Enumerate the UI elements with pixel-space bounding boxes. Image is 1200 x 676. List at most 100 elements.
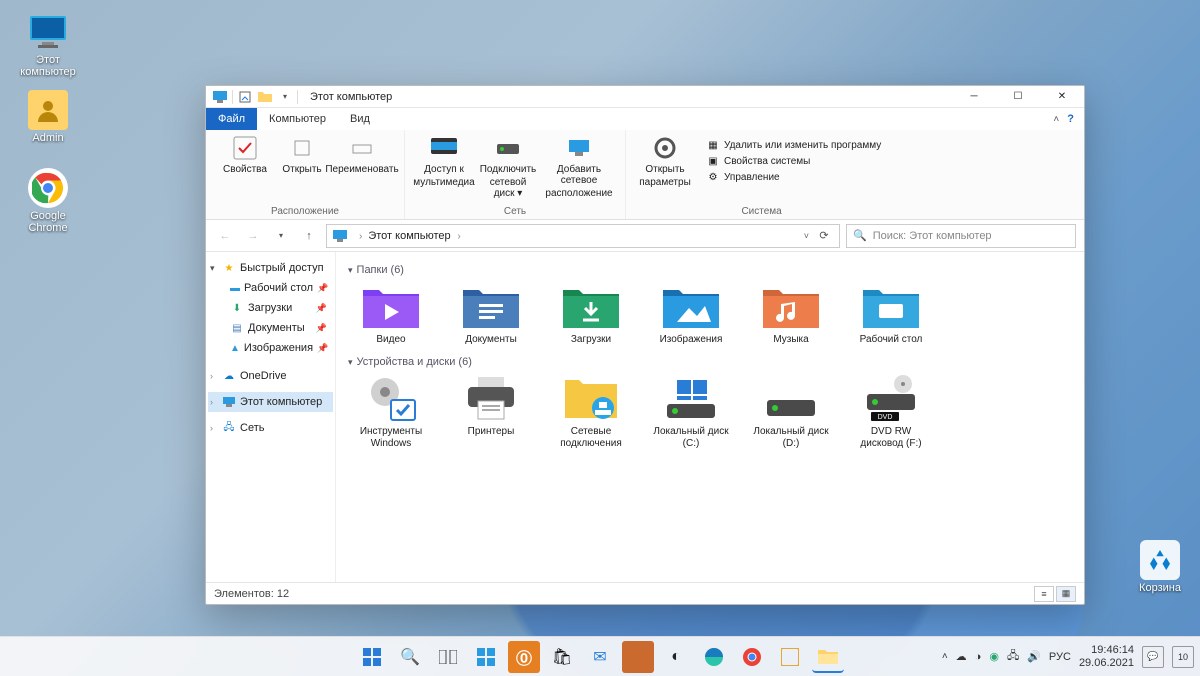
folder-desktop[interactable]: Рабочий стол (848, 280, 934, 348)
tray-steam-icon[interactable]: ◑ (975, 651, 982, 663)
task-view-button[interactable] (432, 641, 464, 673)
folder-music[interactable]: Музыка (748, 280, 834, 348)
ribbon-open-button[interactable]: Открыть (280, 134, 324, 175)
folder-printers[interactable]: Принтеры (448, 372, 534, 452)
folder-documents[interactable]: Документы (448, 280, 534, 348)
monitor-icon (222, 395, 236, 409)
notification-count[interactable]: 10 (1172, 646, 1194, 668)
sidebar-documents[interactable]: ▤ Документы 📌 (208, 318, 333, 338)
tray-language[interactable]: РУС (1049, 651, 1071, 663)
tray-volume-icon[interactable]: 🔊 (1027, 650, 1041, 663)
ribbon-group-label: Сеть (504, 206, 526, 217)
tray-overflow-button[interactable]: ˄ (942, 651, 948, 662)
refresh-button[interactable]: ⟳ (815, 229, 833, 242)
desktop-icon-chrome[interactable]: Google Chrome (12, 168, 84, 234)
folder-network-connections[interactable]: Сетевые подключения (548, 372, 634, 452)
pin-icon: 📌 (316, 303, 327, 314)
ribbon-manage-button[interactable]: ⚙Управление (706, 170, 881, 184)
ribbon-uninstall-button[interactable]: ▦Удалить или изменить программу (706, 138, 881, 152)
search-button[interactable]: 🔍 (394, 641, 426, 673)
sidebar-desktop[interactable]: ▬ Рабочий стол 📌 (208, 278, 333, 298)
nav-recent-button[interactable]: ▾ (270, 225, 292, 247)
drive-dvd[interactable]: DVD DVD RW дисковод (F:) (848, 372, 934, 452)
desktop-icon-this-pc[interactable]: Этот компьютер (12, 12, 84, 78)
tab-computer[interactable]: Компьютер (257, 108, 338, 130)
user-folder-icon (28, 90, 68, 130)
sidebar-pictures[interactable]: ▲ Изображения 📌 (208, 338, 333, 358)
edge-button[interactable] (698, 641, 730, 673)
search-input[interactable]: 🔍 Поиск: Этот компьютер (846, 224, 1076, 248)
view-icons-button[interactable]: ▦ (1056, 586, 1076, 602)
chrome-icon (28, 168, 68, 208)
drive-icon (494, 134, 522, 162)
qat-dropdown-button[interactable]: ▾ (277, 89, 293, 105)
tray-icon-2[interactable]: ◉ (989, 650, 999, 663)
explorer-button[interactable] (812, 641, 844, 673)
collapse-ribbon-button[interactable]: ˄ (1053, 114, 1059, 125)
taskbar: 🔍 ⓪ 🛍 ✉ ◐ ˄ ☁ ◑ ◉ 🖧 🔊 РУС 19:46:14 29.06… (0, 636, 1200, 676)
steam-button[interactable]: ◐ (660, 641, 692, 673)
taskbar-app-1[interactable]: ⓪ (508, 641, 540, 673)
section-folders-header[interactable]: ▾Папки (6) (348, 264, 1072, 276)
maximize-button[interactable]: ☐ (996, 86, 1040, 108)
notification-button[interactable]: 💬 (1142, 646, 1164, 668)
start-button[interactable] (356, 641, 388, 673)
tab-file[interactable]: Файл (206, 108, 257, 130)
folder-videos[interactable]: Видео (348, 280, 434, 348)
view-details-button[interactable]: ≡ (1034, 586, 1054, 602)
sidebar-downloads[interactable]: ⬇ Загрузки 📌 (208, 298, 333, 318)
folder-pictures[interactable]: Изображения (648, 280, 734, 348)
ribbon-label: Открыть (282, 164, 321, 175)
qat-properties-button[interactable] (237, 89, 253, 105)
ribbon-properties-button[interactable]: Свойства (216, 134, 274, 175)
ribbon-open-settings-button[interactable]: Открыть параметры (636, 134, 694, 188)
close-button[interactable]: ✕ (1040, 86, 1084, 108)
taskbar-app-3[interactable] (774, 641, 806, 673)
separator (297, 90, 298, 104)
nav-back-button[interactable]: ← (214, 225, 236, 247)
clock-time: 19:46:14 (1079, 644, 1134, 657)
monitor-icon (28, 12, 68, 52)
sidebar-item-label: Загрузки (248, 302, 292, 314)
tray-clock[interactable]: 19:46:14 29.06.2021 (1079, 644, 1134, 670)
sidebar-this-pc[interactable]: › Этот компьютер (208, 392, 333, 412)
tray-network-icon[interactable]: 🖧 (1007, 647, 1019, 666)
chrome-button[interactable] (736, 641, 768, 673)
tile-label: дисковод (F:) (860, 438, 921, 450)
recycle-bin-icon (1140, 540, 1180, 580)
ribbon-label: Удалить или изменить программу (724, 140, 881, 151)
desktop-icon-admin[interactable]: Admin (12, 90, 84, 144)
desktop-icon-recycle-bin[interactable]: Корзина (1124, 540, 1196, 594)
address-dropdown-button[interactable]: ˅ (804, 231, 809, 241)
taskbar-app-2[interactable] (622, 641, 654, 673)
mail-button[interactable]: ✉ (584, 641, 616, 673)
explorer-window: ▾ Этот компьютер ─ ☐ ✕ Файл Компьютер Ви… (205, 85, 1085, 605)
ribbon-media-access-button[interactable]: Доступ к мультимедиа (415, 134, 473, 188)
tray-icon-1[interactable]: ☁ (956, 650, 967, 663)
section-devices-header[interactable]: ▾Устройства и диски (6) (348, 356, 1072, 368)
ribbon-tabs: Файл Компьютер Вид ˄ ? (206, 108, 1084, 130)
sidebar-network[interactable]: › 🖧 Сеть (208, 418, 333, 438)
tile-label: Принтеры (468, 426, 515, 438)
store-button[interactable]: 🛍 (546, 641, 578, 673)
tile-label: Локальный диск (653, 426, 728, 438)
widgets-button[interactable] (470, 641, 502, 673)
address-bar[interactable]: Этот компьютер ˅ ⟳ (326, 224, 840, 248)
folder-windows-tools[interactable]: Инструменты Windows (348, 372, 434, 452)
ribbon-sys-properties-button[interactable]: ▣Свойства системы (706, 154, 881, 168)
help-button[interactable]: ? (1067, 113, 1074, 125)
ribbon-add-location-button[interactable]: Добавить сетевое расположение (543, 134, 615, 199)
ribbon-map-drive-button[interactable]: Подключить сетевой диск ▾ (479, 134, 537, 199)
nav-up-button[interactable]: ↑ (298, 225, 320, 247)
sidebar-onedrive[interactable]: › ☁ OneDrive (208, 366, 333, 386)
breadcrumb[interactable]: Этот компьютер (368, 230, 460, 242)
ribbon-rename-button[interactable]: Переименовать (330, 134, 394, 175)
drive-c[interactable]: Локальный диск (C:) (648, 372, 734, 452)
sidebar-item-label: Изображения (244, 342, 313, 354)
drive-d[interactable]: Локальный диск (D:) (748, 372, 834, 452)
sidebar-quick-access[interactable]: ▾ ★ Быстрый доступ (208, 258, 333, 278)
folder-downloads[interactable]: Загрузки (548, 280, 634, 348)
minimize-button[interactable]: ─ (952, 86, 996, 108)
tab-view[interactable]: Вид (338, 108, 382, 130)
nav-forward-button[interactable]: → (242, 225, 264, 247)
